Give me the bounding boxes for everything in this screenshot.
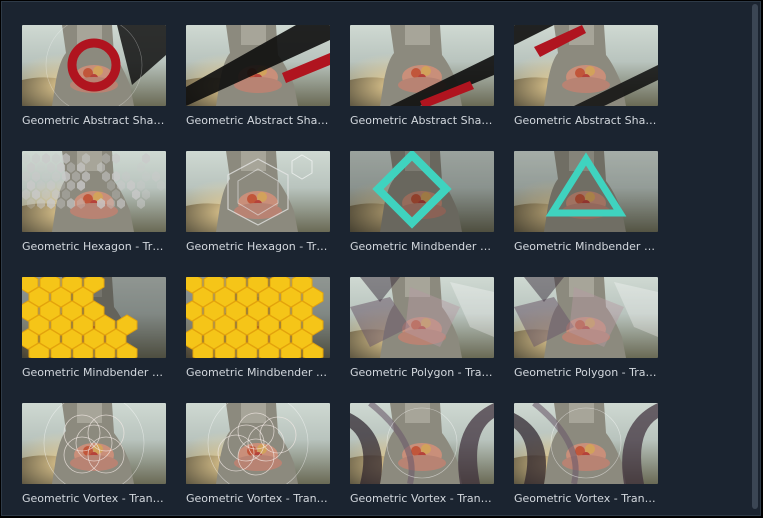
- effect-preview-image[interactable]: [350, 403, 494, 484]
- effect-thumbnail-item[interactable]: Geometric Vortex - Transi...: [350, 403, 494, 516]
- effect-title: Geometric Vortex - Transi...: [22, 492, 166, 505]
- effect-title: Geometric Mindbender - ...: [514, 240, 658, 253]
- effects-library-panel: Geometric Abstract Shap... Geometric Abs…: [1, 1, 761, 516]
- effect-title: Geometric Mindbender - ...: [350, 240, 494, 253]
- effect-thumbnail-item[interactable]: Geometric Abstract Shap...: [514, 25, 658, 151]
- effect-thumbnail-item[interactable]: Geometric Mindbender - ...: [514, 151, 658, 277]
- effect-title: Geometric Vortex - Transi...: [186, 492, 330, 505]
- effect-preview-image[interactable]: [22, 277, 166, 358]
- effect-preview-image[interactable]: [22, 25, 166, 106]
- effect-thumbnail-item[interactable]: Geometric Polygon - Tran...: [514, 277, 658, 403]
- effect-thumbnail-item[interactable]: Geometric Hexagon - Tra...: [186, 151, 330, 277]
- effect-preview-image[interactable]: [186, 403, 330, 484]
- effect-thumbnail-item[interactable]: Geometric Mindbender - ...: [186, 277, 330, 403]
- effect-preview-image[interactable]: [514, 277, 658, 358]
- effect-preview-image[interactable]: [22, 403, 166, 484]
- effect-preview-image[interactable]: [186, 151, 330, 232]
- effect-title: Geometric Abstract Shap...: [514, 114, 658, 127]
- effect-thumbnail-item[interactable]: Geometric Hexagon - Tra...: [22, 151, 166, 277]
- effect-thumbnail-item[interactable]: Geometric Mindbender - ...: [22, 277, 166, 403]
- effect-thumbnail-item[interactable]: Geometric Vortex - Transi...: [22, 403, 166, 516]
- effect-title: Geometric Mindbender - ...: [186, 366, 330, 379]
- effect-title: Geometric Vortex - Transi...: [350, 492, 494, 505]
- effect-preview-image[interactable]: [514, 25, 658, 106]
- effect-title: Geometric Hexagon - Tra...: [22, 240, 166, 253]
- effect-thumbnail-item[interactable]: Geometric Vortex - Transi...: [186, 403, 330, 516]
- effect-preview-image[interactable]: [186, 25, 330, 106]
- effect-title: Geometric Polygon - Tran...: [514, 366, 658, 379]
- effect-thumbnail-item[interactable]: Geometric Vortex - Transi...: [514, 403, 658, 516]
- effect-thumbnail-item[interactable]: Geometric Abstract Shap...: [22, 25, 166, 151]
- effect-preview-image[interactable]: [514, 151, 658, 232]
- effect-preview-image[interactable]: [350, 151, 494, 232]
- effect-thumbnail-item[interactable]: Geometric Abstract Shap...: [350, 25, 494, 151]
- effect-preview-image[interactable]: [350, 277, 494, 358]
- effect-thumbnail-item[interactable]: Geometric Polygon - Tran...: [350, 277, 494, 403]
- effect-title: Geometric Abstract Shap...: [186, 114, 330, 127]
- effect-preview-image[interactable]: [22, 151, 166, 232]
- effect-thumbnail-item[interactable]: Geometric Abstract Shap...: [186, 25, 330, 151]
- thumbnail-grid: Geometric Abstract Shap... Geometric Abs…: [22, 25, 658, 516]
- effect-title: Geometric Hexagon - Tra...: [186, 240, 330, 253]
- effect-preview-image[interactable]: [186, 277, 330, 358]
- vertical-scrollbar[interactable]: [752, 4, 758, 509]
- effect-preview-image[interactable]: [350, 25, 494, 106]
- effect-title: Geometric Mindbender - ...: [22, 366, 166, 379]
- effect-title: Geometric Vortex - Transi...: [514, 492, 658, 505]
- effect-thumbnail-item[interactable]: Geometric Mindbender - ...: [350, 151, 494, 277]
- effect-title: Geometric Abstract Shap...: [350, 114, 494, 127]
- effect-title: Geometric Abstract Shap...: [22, 114, 166, 127]
- effect-title: Geometric Polygon - Tran...: [350, 366, 494, 379]
- effect-preview-image[interactable]: [514, 403, 658, 484]
